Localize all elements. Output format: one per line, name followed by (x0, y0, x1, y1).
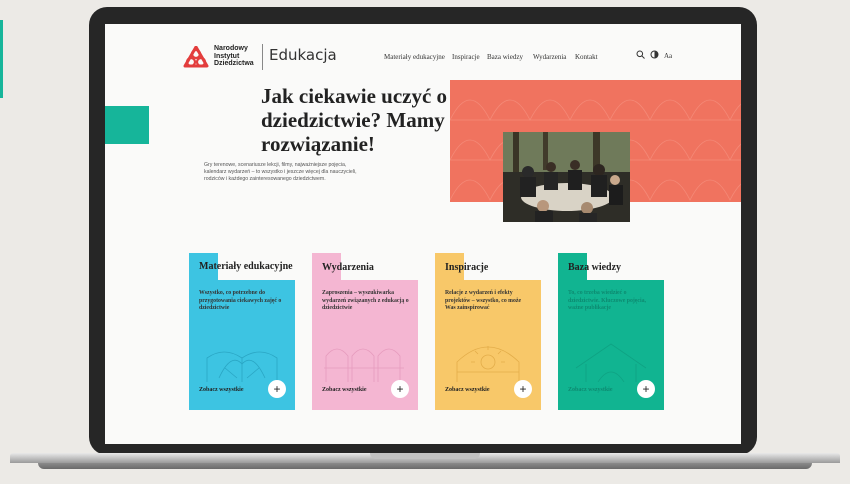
roof-icon (575, 343, 647, 382)
font-size-button[interactable]: Aa (664, 52, 672, 60)
laptop-notch (370, 453, 480, 459)
card-inspiracje[interactable]: Relacje z wydarzeń i efekty projektów – … (435, 280, 541, 410)
nid-logo-icon[interactable] (183, 46, 209, 70)
laptop-base-front (38, 463, 812, 469)
card-description: To, co trzeba wiedzieć o dziedzictwie. K… (568, 290, 646, 311)
nav-inspiracje[interactable]: Inspiracje (452, 53, 480, 61)
plus-icon[interactable]: + (637, 380, 655, 398)
nav-wydarzenia[interactable]: Wydarzenia (533, 53, 566, 61)
card-materialy[interactable]: Wszystko, co potrzebne do przygotowania … (189, 280, 295, 410)
hero-description: Gry terenowe, scenariusze lekcji, filmy,… (204, 162, 357, 182)
arches-icon (324, 348, 404, 382)
hero-title: Jak ciekawie uczyć o dziedzictwie? Mamy … (261, 84, 448, 156)
card-link[interactable]: Zobacz wszystkie (445, 387, 490, 393)
nav-kontakt[interactable]: Kontakt (575, 53, 598, 61)
card-description: Wszystko, co potrzebne do przygotowania … (199, 290, 282, 311)
plus-icon[interactable]: + (514, 380, 532, 398)
contrast-icon[interactable] (650, 50, 659, 59)
plus-icon[interactable]: + (268, 380, 286, 398)
logo-text[interactable]: Narodowy Instytut Dziedzictwa (214, 45, 264, 68)
hero-photo (503, 132, 630, 222)
card-baza-wiedzy[interactable]: To, co trzeba wiedzieć o dziedzictwie. K… (558, 280, 664, 410)
plus-icon[interactable]: + (391, 380, 409, 398)
logo-divider (262, 44, 263, 70)
card-title-materialy[interactable]: Materiały edukacyjne (199, 261, 299, 272)
card-description: Relacje z wydarzeń i efekty projektów – … (445, 290, 522, 311)
card-description: Zaproszenia – wyszukiwarka wydarzeń zwią… (322, 290, 409, 311)
nav-baza-wiedzy[interactable]: Baza wiedzy (487, 53, 523, 61)
card-title-inspiracje[interactable]: Inspiracje (445, 262, 545, 273)
card-link[interactable]: Zobacz wszystkie (568, 387, 613, 393)
card-wydarzenia[interactable]: Zaproszenia – wyszukiwarka wydarzeń zwią… (312, 280, 418, 410)
site-name[interactable]: Edukacja (269, 46, 337, 64)
sun-arch-icon (456, 346, 520, 382)
decorative-teal-square (105, 106, 149, 144)
decorative-bar (0, 20, 3, 98)
card-title-baza-wiedzy[interactable]: Baza wiedzy (568, 262, 668, 273)
book-icon (206, 351, 278, 382)
card-link[interactable]: Zobacz wszystkie (322, 387, 367, 393)
search-icon[interactable] (636, 50, 645, 59)
card-title-wydarzenia[interactable]: Wydarzenia (322, 262, 422, 273)
nav-materialy-edukacyjne[interactable]: Materiały edukacyjne (384, 53, 445, 61)
laptop-screen: Narodowy Instytut Dziedzictwa Edukacja M… (105, 24, 741, 444)
card-link[interactable]: Zobacz wszystkie (199, 387, 244, 393)
